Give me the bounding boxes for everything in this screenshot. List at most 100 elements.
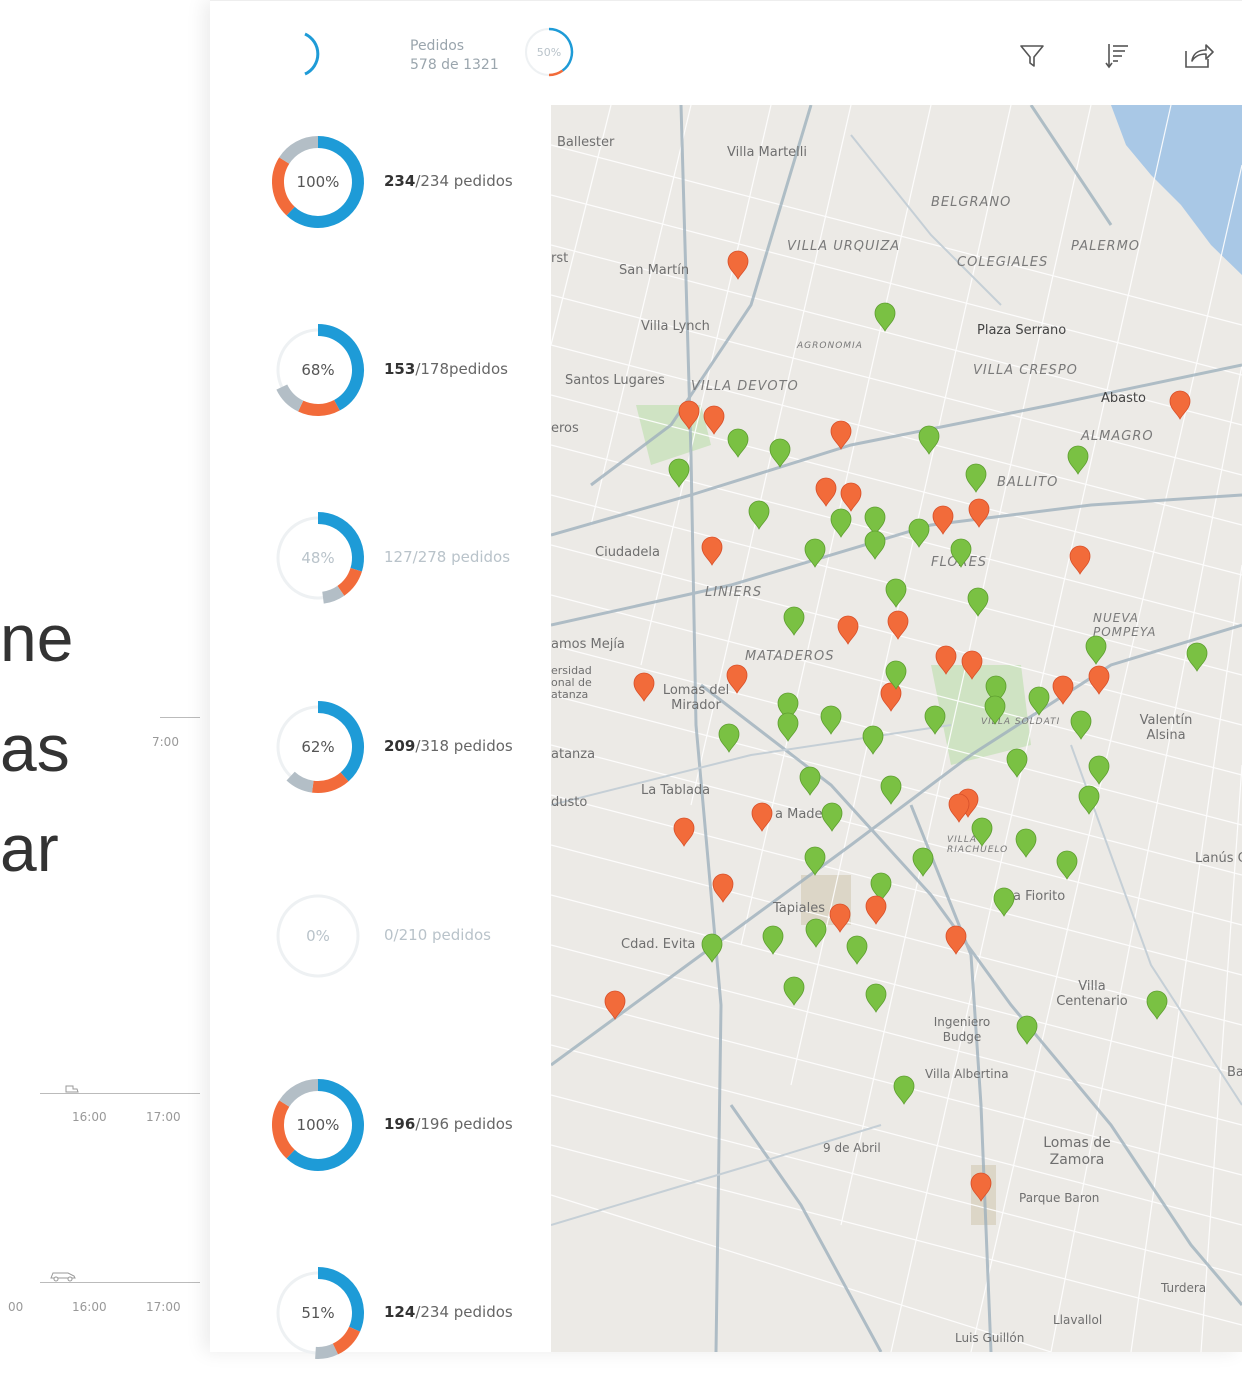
map-label: a Madero <box>775 807 836 822</box>
timeline-tick: 7:00 <box>152 735 179 749</box>
timeline-tick: 17:00 <box>146 1300 181 1314</box>
map-label: Lomas de Zamora <box>1043 1135 1111 1168</box>
map-label: Tapiales <box>773 901 825 916</box>
map-label: eros <box>551 421 579 436</box>
map-label: rst <box>551 251 569 266</box>
map-label: VILLA SOLDATI <box>981 717 1061 727</box>
route-item[interactable]: 62% 209/318 pedidos <box>262 697 552 807</box>
timeline-line <box>40 1282 200 1283</box>
route-item[interactable]: 100% 234/234 pedidos <box>262 132 552 242</box>
map-label: Villa Albertina <box>925 1067 1009 1081</box>
route-progress-percent: 100% <box>296 1116 340 1134</box>
map-label: LINIERS <box>705 585 763 600</box>
map-label: PALERMO <box>1071 239 1141 254</box>
background-text-line: as <box>0 711 70 785</box>
map-label: Villa Martelli <box>727 145 807 160</box>
route-orders-total: /234 pedidos <box>415 1303 513 1321</box>
route-progress-percent: 51% <box>301 1304 335 1322</box>
route-orders-count: 0/210 pedidos <box>384 926 491 944</box>
route-item[interactable]: 48% 127/278 pedidos <box>262 508 552 618</box>
map-label: VILLA RIACHUELO <box>947 835 1009 855</box>
delivery-map[interactable]: Ballester Villa Martelli BELGRANO VILLA … <box>551 105 1242 1352</box>
timeline-tick: 16:00 <box>72 1110 107 1124</box>
route-orders-count: 234/234 pedidos <box>384 172 513 190</box>
route-orders-total: /318 pedidos <box>415 737 513 755</box>
background-text-line: ne <box>0 601 74 675</box>
route-orders-total: /234 pedidos <box>415 172 513 190</box>
route-orders-done: 124 <box>384 1303 416 1321</box>
background-text-line: ar <box>0 811 59 885</box>
routes-map-panel: Pedidos 578 de 1321 50% 100% 234/234 ped… <box>210 0 1242 1359</box>
map-label: Luis Guillón <box>955 1331 1025 1345</box>
map-label: Ingeniero Budge <box>933 1015 991 1044</box>
timeline-tick: 17:00 <box>146 1110 181 1124</box>
map-label: Llavallol <box>1053 1313 1103 1327</box>
route-item[interactable]: 0% 0/210 pedidos <box>262 886 552 996</box>
map-label: Ciudadela <box>595 545 660 560</box>
orders-summary: Pedidos 578 de 1321 <box>410 37 499 75</box>
map-label: Santos Lugares <box>565 373 665 388</box>
map-label: ALMAGRO <box>1081 429 1154 444</box>
map-label: Valentín Alsina <box>1139 713 1193 743</box>
top-bar: Pedidos 578 de 1321 50% <box>210 0 1242 101</box>
map-label: FLORES <box>931 555 988 570</box>
map-label: VILLA DEVOTO <box>691 379 799 394</box>
map-label: NUEVA POMPEYA <box>1093 611 1157 639</box>
map-label: BELGRANO <box>931 195 1012 210</box>
route-item[interactable]: 68% 153/178pedidos <box>262 320 552 430</box>
route-progress-percent: 100% <box>296 173 340 191</box>
share-icon[interactable] <box>1182 39 1214 71</box>
route-progress-percent: 0% <box>306 927 330 945</box>
route-orders-count: 127/278 pedidos <box>384 548 510 566</box>
route-orders-done: 234 <box>384 172 416 190</box>
orders-progress-percent: 50% <box>536 45 562 59</box>
map-label: Banfi <box>1227 1065 1242 1080</box>
map-label: AGRONOMIA <box>797 341 863 351</box>
map-label: MATADEROS <box>745 649 835 664</box>
route-orders-done: 196 <box>384 1115 416 1133</box>
route-progress-percent: 62% <box>301 738 335 756</box>
route-orders-count: 196/196 pedidos <box>384 1115 513 1133</box>
map-label: BALLITO <box>997 475 1059 490</box>
route-orders-done: 153 <box>384 360 416 378</box>
map-label: Turdera <box>1161 1281 1207 1295</box>
urban-area <box>801 875 851 925</box>
map-label: Ballester <box>557 135 615 150</box>
map-label: Villa Centenario <box>1056 979 1128 1009</box>
map-label: atanza <box>551 747 596 762</box>
map-label: amos Mejía <box>551 637 625 652</box>
car-icon <box>50 1272 76 1282</box>
route-orders-count: 124/234 pedidos <box>384 1303 513 1321</box>
map-label: Cdad. Evita <box>621 937 696 952</box>
map-label: COLEGIALES <box>957 255 1049 270</box>
sort-icon[interactable] <box>1100 39 1132 71</box>
route-progress-percent: 48% <box>301 549 335 567</box>
route-orders-count: 153/178pedidos <box>384 360 508 378</box>
route-progress-percent: 68% <box>301 361 335 379</box>
map-label: Lomas del Mirador <box>662 683 730 713</box>
map-label: Abasto <box>1101 391 1146 406</box>
orders-summary-label: Pedidos <box>410 38 465 54</box>
orders-summary-count: 578 de 1321 <box>410 57 499 73</box>
map-label: ersidad onal de atanza <box>551 664 592 701</box>
map-label: a Fiorito <box>1013 889 1066 904</box>
route-orders-total: /196 pedidos <box>415 1115 513 1133</box>
map-label: VILLA CRESPO <box>973 363 1078 378</box>
route-orders-total: /210 pedidos <box>393 926 491 944</box>
filter-icon[interactable] <box>1016 39 1048 71</box>
timeline-tick: 00 <box>8 1300 24 1314</box>
map-label: Plaza Serrano <box>977 323 1067 338</box>
route-item[interactable]: 100% 196/196 pedidos <box>262 1075 552 1185</box>
map-label: Lanús O <box>1195 851 1242 866</box>
route-orders-done: 209 <box>384 737 416 755</box>
timeline-tick: 16:00 <box>72 1300 107 1314</box>
progress-ring-partial-icon <box>304 32 320 76</box>
map-label: VILLA URQUIZA <box>787 239 901 254</box>
route-orders-done: 127 <box>384 548 413 566</box>
route-orders-total: /278 pedidos <box>412 548 511 566</box>
map-label: dusto <box>551 795 588 810</box>
route-orders-total: /178pedidos <box>415 360 508 378</box>
route-item[interactable]: 51% 124/234 pedidos <box>262 1263 552 1373</box>
route-orders-done: 0 <box>384 926 394 944</box>
map-label: Villa Lynch <box>641 319 710 334</box>
